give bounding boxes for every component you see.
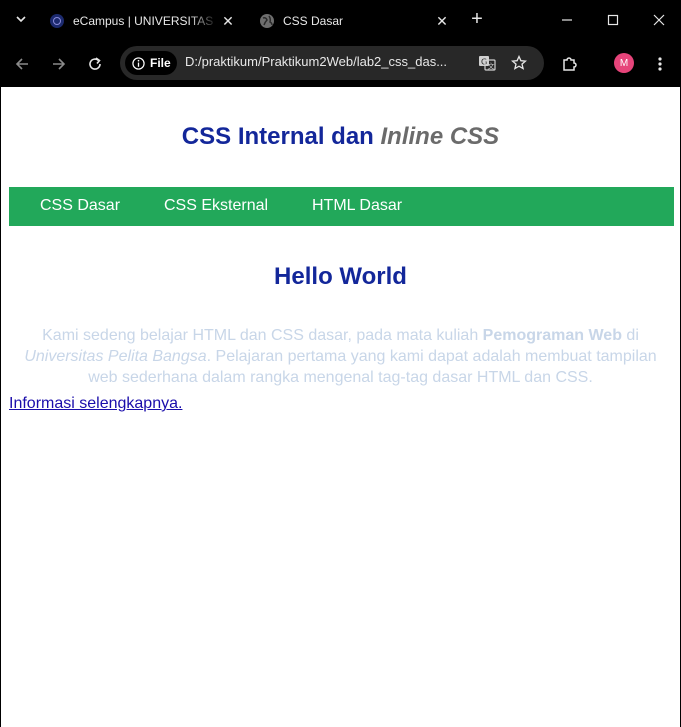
nav-link-css-dasar[interactable]: CSS Dasar	[40, 197, 120, 215]
site-nav: CSS Dasar CSS Eksternal HTML Dasar	[9, 187, 674, 226]
page-viewport: CSS Internal dan Inline CSS CSS Dasar CS…	[1, 87, 680, 727]
more-vert-icon	[658, 57, 662, 71]
puzzle-icon	[563, 57, 577, 71]
hello-heading: Hello World	[274, 263, 407, 290]
page-title-accent: Inline CSS	[380, 123, 500, 150]
tab-search-button[interactable]	[10, 8, 32, 30]
new-tab-button[interactable]: +	[466, 9, 488, 31]
url-text[interactable]: D:/praktikum/Praktikum2Web/lab2_css_das.…	[185, 54, 467, 69]
tab-title: eCampus | UNIVERSITAS PELITA BANGSA	[73, 14, 218, 28]
tab-ecampus[interactable]: eCampus | UNIVERSITAS PELITA BANGSA ✕	[40, 6, 246, 36]
minimize-button[interactable]	[555, 8, 579, 32]
arrow-right-icon	[53, 58, 66, 70]
nav-link-css-eksternal[interactable]: CSS Eksternal	[164, 197, 268, 215]
intro-paragraph: Kami sedeng belajar HTML dan CSS dasar, …	[19, 325, 662, 388]
browser-toolbar: File D:/praktikum/Praktikum2Web/lab2_css…	[0, 40, 681, 87]
translate-icon: G文	[479, 56, 496, 71]
maximize-button[interactable]	[601, 8, 625, 32]
minimize-icon	[562, 19, 572, 21]
close-window-button[interactable]	[647, 8, 671, 32]
maximize-icon	[607, 14, 619, 26]
browser-menu-button[interactable]	[648, 52, 672, 76]
university-logo-icon	[50, 14, 64, 28]
page-title: CSS Internal dan Inline CSS	[1, 123, 680, 151]
bookmark-button[interactable]	[509, 53, 529, 73]
forward-button[interactable]	[47, 52, 71, 76]
close-icon[interactable]: ✕	[218, 11, 238, 31]
scheme-label: File	[150, 56, 171, 70]
tab-strip: eCampus | UNIVERSITAS PELITA BANGSA ✕ CS…	[0, 0, 681, 40]
reload-icon	[89, 57, 101, 70]
info-icon	[132, 56, 145, 70]
profile-avatar[interactable]: M	[614, 53, 634, 73]
nav-link-html-dasar[interactable]: HTML Dasar	[312, 197, 402, 215]
paragraph-text: di	[621, 327, 639, 344]
site-info-chip[interactable]: File	[125, 51, 177, 75]
more-info-link[interactable]: Informasi selengkapnya.	[9, 395, 182, 413]
extensions-button[interactable]	[558, 52, 582, 76]
close-icon[interactable]: ✕	[432, 11, 452, 31]
globe-icon	[260, 14, 274, 28]
address-bar[interactable]: File D:/praktikum/Praktikum2Web/lab2_css…	[120, 46, 544, 80]
translate-button[interactable]: G文	[477, 53, 497, 73]
paragraph-course: Pemograman Web	[482, 327, 622, 344]
paragraph-university: Universitas Pelita Bangsa	[24, 348, 207, 365]
tab-css-dasar[interactable]: CSS Dasar ✕	[250, 6, 460, 36]
paragraph-text: Kami sedeng belajar HTML dan CSS dasar, …	[42, 327, 483, 344]
svg-text:文: 文	[488, 62, 495, 71]
back-button[interactable]	[10, 52, 34, 76]
star-icon	[511, 55, 527, 70]
chevron-down-icon	[16, 16, 26, 23]
reload-button[interactable]	[83, 52, 107, 76]
close-icon	[653, 14, 665, 26]
page-title-text: CSS Internal dan	[181, 123, 381, 150]
tab-title: CSS Dasar	[283, 14, 344, 28]
arrow-left-icon	[15, 58, 28, 70]
svg-text:G: G	[481, 58, 487, 67]
